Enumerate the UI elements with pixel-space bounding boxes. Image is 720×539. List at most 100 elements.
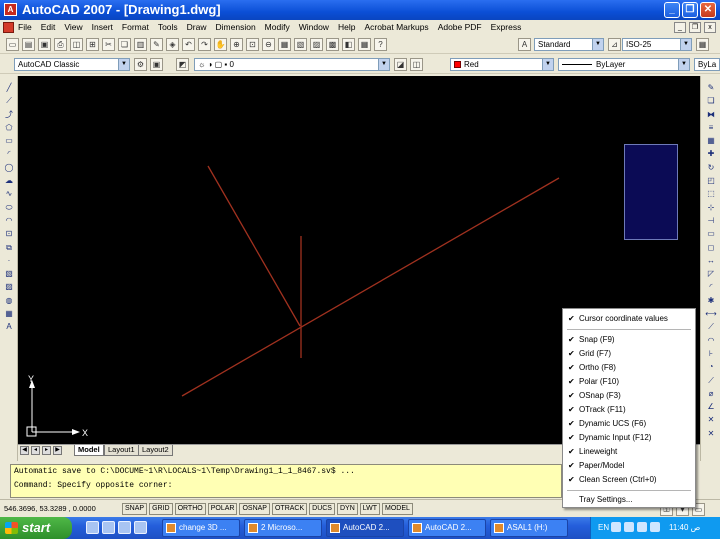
open-icon[interactable]: ▤ — [22, 38, 35, 51]
insert-block-icon[interactable]: ⊡ — [3, 228, 15, 240]
dim-jogged-icon[interactable]: ⟋ — [705, 375, 717, 387]
drawn-line-1[interactable] — [207, 165, 301, 327]
tab-last-icon[interactable]: ▶ — [53, 446, 62, 455]
rectangle-icon[interactable]: ▭ — [3, 135, 15, 147]
minimize-button[interactable]: _ — [664, 2, 680, 18]
revision-cloud-icon[interactable]: ☁ — [3, 175, 15, 187]
extend-icon[interactable]: ⊣ — [705, 215, 717, 227]
tab-first-icon[interactable]: ◀ — [20, 446, 29, 455]
menu-item-dynamic-ucs[interactable]: ✔ Dynamic UCS (F6) — [563, 417, 695, 431]
offset-icon[interactable]: ≡ — [705, 122, 717, 134]
close-button[interactable]: ✕ — [700, 2, 716, 18]
table-style-icon[interactable]: ▦ — [696, 38, 709, 51]
plot-icon[interactable]: ⎙ — [54, 38, 67, 51]
task-autocad-1[interactable]: AutoCAD 2... — [326, 519, 404, 537]
layer-combo[interactable]: ☼ ◑ ▢ ▪ 0 ▼ — [194, 58, 390, 71]
trim-icon[interactable]: ⊹ — [705, 202, 717, 214]
antivirus-icon[interactable] — [637, 522, 647, 532]
erase-icon[interactable]: ✎ — [705, 82, 717, 94]
move-icon[interactable]: ✚ — [705, 148, 717, 160]
ortho-toggle[interactable]: ORTHO — [174, 503, 206, 515]
scale-icon[interactable]: ◰ — [705, 175, 717, 187]
color-combo[interactable]: Red ▼ — [450, 58, 554, 71]
copy-icon[interactable]: ❏ — [118, 38, 131, 51]
zoom-realtime-icon[interactable]: ⊕ — [230, 38, 243, 51]
mirror-icon[interactable]: ⧓ — [705, 109, 717, 121]
quick-dim-icon[interactable]: ✕ — [705, 414, 717, 426]
lineweight-combo[interactable]: ByLa — [694, 58, 720, 71]
publish-icon[interactable]: ⊞ — [86, 38, 99, 51]
dim-style-combo[interactable]: ISO-25 ▼ — [622, 38, 692, 51]
layer-previous-icon[interactable]: ◫ — [410, 58, 423, 71]
drawn-line-3[interactable] — [181, 177, 560, 397]
join-icon[interactable]: ↔ — [705, 255, 717, 267]
properties-icon[interactable]: ▦ — [278, 38, 291, 51]
otrack-toggle[interactable]: OTRACK — [271, 503, 308, 515]
tab-next-icon[interactable]: ▸ — [42, 446, 51, 455]
menu-modify[interactable]: Modify — [265, 22, 290, 32]
dyn-toggle[interactable]: DYN — [336, 503, 358, 515]
construction-line-icon[interactable]: ⟋ — [3, 95, 15, 107]
ducs-toggle[interactable]: DUCS — [309, 503, 335, 515]
layer-manager-icon[interactable]: ◩ — [176, 58, 189, 71]
menu-item-snap[interactable]: ✔ Snap (F9) — [563, 333, 695, 347]
save-icon[interactable]: ▣ — [38, 38, 51, 51]
media-player-icon[interactable] — [118, 521, 131, 534]
help-icon[interactable]: ? — [374, 38, 387, 51]
dim-radius-icon[interactable]: ◔ — [705, 361, 717, 373]
point-icon[interactable]: · — [3, 255, 15, 267]
dim-ordinate-icon[interactable]: ⊦ — [705, 348, 717, 360]
menu-adobe-pdf[interactable]: Adobe PDF — [438, 22, 482, 32]
osnap-toggle[interactable]: OSNAP — [239, 503, 270, 515]
table-icon[interactable]: ▦ — [3, 308, 15, 320]
region-icon[interactable]: ◍ — [3, 295, 15, 307]
undo-icon[interactable]: ↶ — [182, 38, 195, 51]
doc-close-button[interactable]: x — [704, 22, 716, 33]
linetype-combo[interactable]: ByLayer ▼ — [558, 58, 690, 71]
explorer-icon[interactable] — [134, 521, 147, 534]
ellipse-arc-icon[interactable]: ◠ — [3, 215, 15, 227]
clock[interactable]: 11:40 ص — [669, 523, 700, 532]
menu-item-dynamic-input[interactable]: ✔ Dynamic Input (F12) — [563, 431, 695, 445]
browser-icon[interactable] — [102, 521, 115, 534]
coordinate-readout[interactable]: 546.3696, 53.3289 , 0.0000 — [4, 504, 96, 513]
menu-item-otrack[interactable]: ✔ OTrack (F11) — [563, 403, 695, 417]
messenger-icon[interactable] — [650, 522, 660, 532]
tool-palettes-icon[interactable]: ▨ — [310, 38, 323, 51]
chamfer-icon[interactable]: ◸ — [705, 268, 717, 280]
workspace-settings-icon[interactable]: ⚙ — [134, 58, 147, 71]
workspace-save-icon[interactable]: ▣ — [150, 58, 163, 71]
dim-linear-icon[interactable]: ⟷ — [705, 308, 717, 320]
show-desktop-icon[interactable] — [86, 521, 99, 534]
fillet-icon[interactable]: ◜ — [705, 281, 717, 293]
break-at-point-icon[interactable]: ▭ — [705, 228, 717, 240]
line-icon[interactable]: ╱ — [3, 82, 15, 94]
tab-prev-icon[interactable]: ◂ — [31, 446, 40, 455]
pan-icon[interactable]: ✋ — [214, 38, 227, 51]
arc-icon[interactable]: ◜ — [3, 148, 15, 160]
polyline-icon[interactable]: ⤴ — [3, 109, 15, 121]
explode-icon[interactable]: ✱ — [705, 295, 717, 307]
menu-express[interactable]: Express — [491, 22, 522, 32]
maximize-button[interactable]: ❐ — [682, 2, 698, 18]
polar-toggle[interactable]: POLAR — [207, 503, 238, 515]
drawing-doc-icon[interactable] — [3, 22, 14, 33]
grid-toggle[interactable]: GRID — [149, 503, 173, 515]
cut-icon[interactable]: ✂ — [102, 38, 115, 51]
model-toggle[interactable]: MODEL — [382, 503, 413, 515]
polygon-icon[interactable]: ⬠ — [3, 122, 15, 134]
task-asal1[interactable]: ASAL1 (H:) — [490, 519, 568, 537]
break-icon[interactable]: ◻ — [705, 242, 717, 254]
dim-aligned-icon[interactable]: ⟋ — [705, 321, 717, 333]
menu-item-ortho[interactable]: ✔ Ortho (F8) — [563, 361, 695, 375]
array-icon[interactable]: ▦ — [705, 135, 717, 147]
make-current-layer-icon[interactable]: ◪ — [394, 58, 407, 71]
rotate-icon[interactable]: ↻ — [705, 162, 717, 174]
menu-insert[interactable]: Insert — [92, 22, 113, 32]
qnew-icon[interactable]: ▭ — [6, 38, 19, 51]
snap-toggle[interactable]: SNAP — [122, 503, 148, 515]
menu-acrobat-markups[interactable]: Acrobat Markups — [364, 22, 428, 32]
hatch-icon[interactable]: ▧ — [3, 268, 15, 280]
tab-layout2[interactable]: Layout2 — [138, 445, 173, 456]
lwt-toggle[interactable]: LWT — [359, 503, 381, 515]
